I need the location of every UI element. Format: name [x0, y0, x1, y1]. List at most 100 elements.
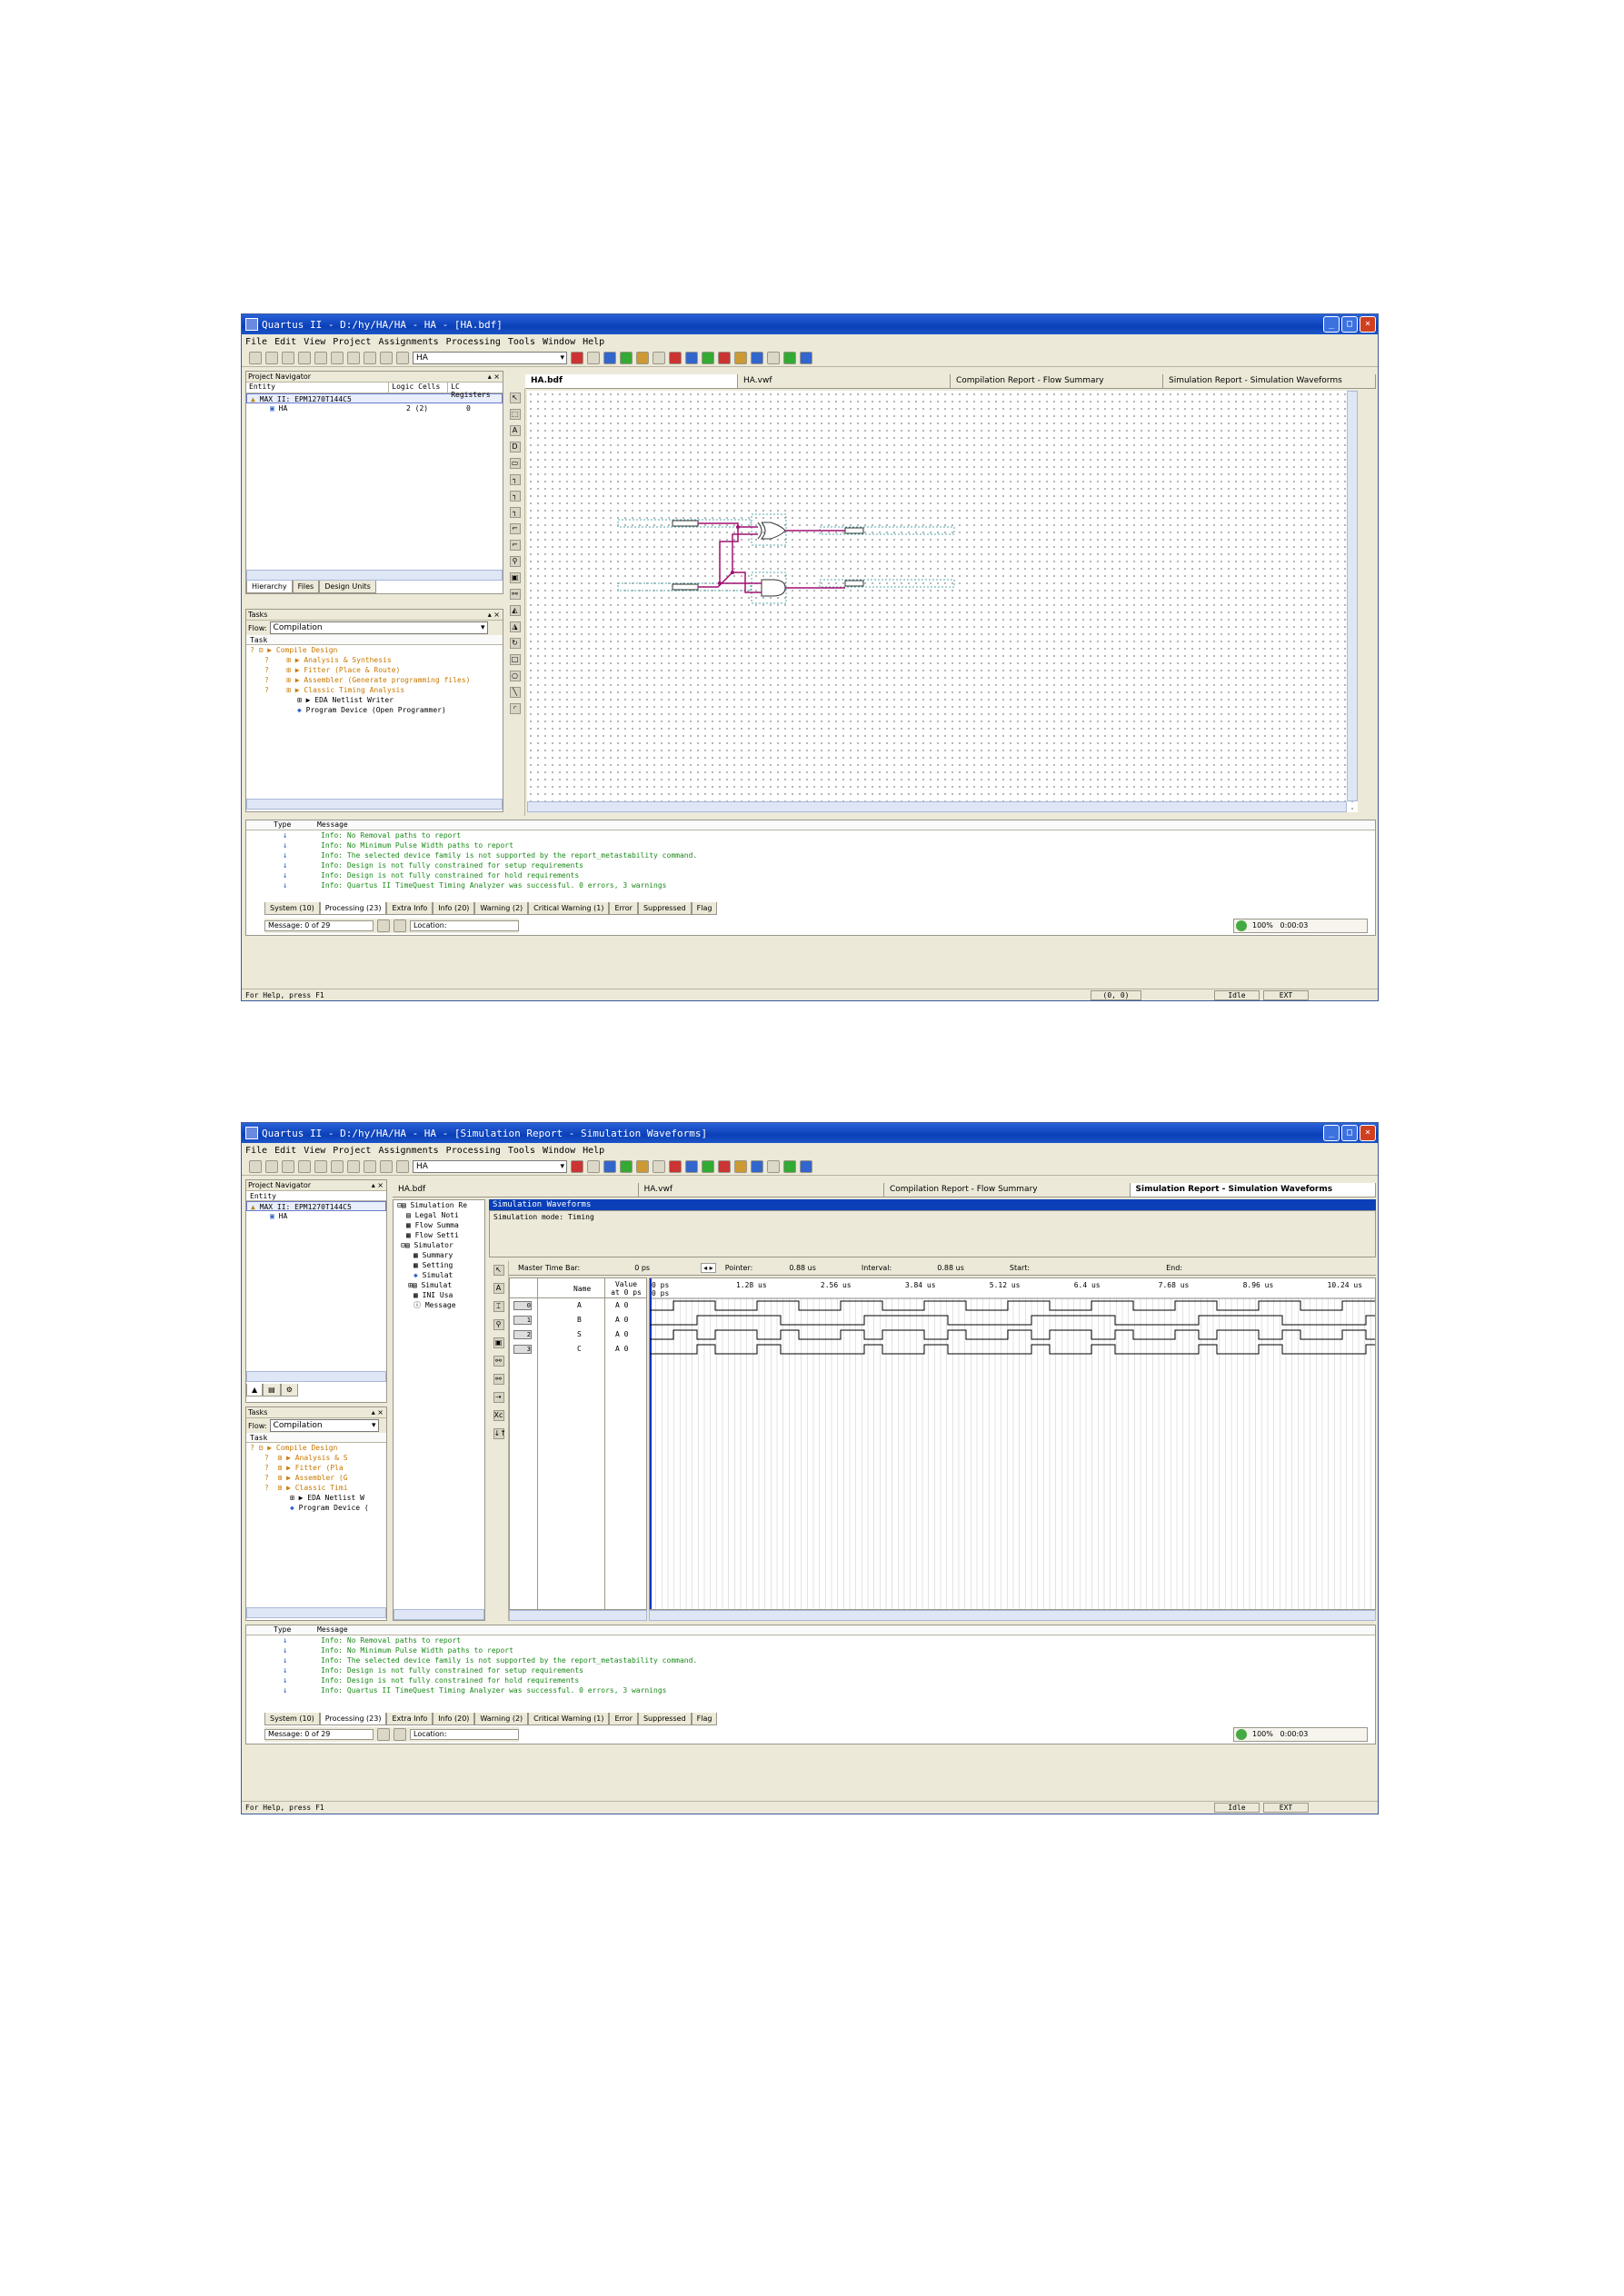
tab-suppressed[interactable]: Suppressed	[637, 902, 692, 915]
tree-item-simulator[interactable]: ⊟▤ Simulator	[394, 1240, 484, 1250]
select-icon[interactable]: ⬚	[509, 409, 521, 420]
tab-system[interactable]: System (10)	[264, 902, 320, 915]
message-line[interactable]: ↓ Info: No Minimum Pulse Width paths to r…	[246, 1645, 1375, 1655]
message-line[interactable]: ↓ Info: No Minimum Pulse Width paths to r…	[246, 840, 1375, 850]
pin-planner-icon[interactable]	[587, 351, 600, 364]
new-icon[interactable]	[249, 1159, 262, 1173]
message-line[interactable]: ↓ Info: No Removal paths to report	[246, 1635, 1375, 1645]
task-eda[interactable]: ⊞ ▶ EDA Netlist W	[246, 1493, 386, 1503]
insert-node-icon[interactable]: ⇢	[493, 1392, 504, 1403]
menu-tools[interactable]: Tools	[508, 1146, 535, 1156]
analysis-icon[interactable]	[620, 1159, 633, 1173]
conduit-tool-icon[interactable]: ┐	[509, 507, 521, 518]
tab-flag[interactable]: Flag	[691, 902, 718, 915]
message-line[interactable]: ↓ Info: Quartus II TimeQuest Timing Analy…	[246, 880, 1375, 890]
task-program[interactable]: ◆ Program Device (Open Programmer)	[246, 705, 503, 715]
rotate-icon[interactable]: ↻	[509, 638, 521, 649]
close-button[interactable]: ×	[1360, 1125, 1376, 1141]
find-icon[interactable]: ⚯	[509, 589, 521, 600]
flip-h-icon[interactable]: ◭	[509, 605, 521, 616]
message-line[interactable]: ↓ Info: The selected device family is not…	[246, 1655, 1375, 1665]
report-icon[interactable]	[734, 351, 747, 364]
navigator-hscroll[interactable]	[246, 570, 503, 581]
menu-edit[interactable]: Edit	[274, 337, 296, 347]
tab-system[interactable]: System (10)	[264, 1713, 320, 1725]
message-line[interactable]: ↓ Info: No Removal paths to report	[246, 830, 1375, 840]
menu-processing[interactable]: Processing	[446, 337, 501, 347]
tab-info[interactable]: Info (20)	[433, 1713, 475, 1725]
xor-gate[interactable]	[751, 513, 787, 546]
menu-edit[interactable]: Edit	[274, 1146, 296, 1156]
open-icon[interactable]	[265, 1159, 278, 1173]
edit-tool-icon[interactable]: ⌶	[493, 1301, 504, 1312]
chip-planner-icon[interactable]	[603, 351, 616, 364]
rectangle-icon[interactable]: □	[509, 654, 521, 665]
canvas-hscroll[interactable]	[527, 801, 1347, 812]
task-analysis[interactable]: ? ⊞ ▶ Analysis & Synthesis	[246, 655, 503, 665]
new-icon[interactable]	[249, 351, 262, 364]
find-icon[interactable]: ⚯	[493, 1356, 504, 1367]
tree-item-simulation-waveforms[interactable]: ◆ Simulat	[394, 1270, 484, 1280]
task-eda[interactable]: ⊞ ▶ EDA Netlist Writer	[246, 695, 503, 705]
stop-icon[interactable]	[653, 1159, 665, 1173]
tab-hierarchy[interactable]: Hierarchy	[246, 581, 293, 593]
menu-tools[interactable]: Tools	[508, 337, 535, 347]
replace-icon[interactable]: ⚯	[493, 1374, 504, 1385]
programmer-icon[interactable]	[751, 1159, 763, 1173]
line-icon[interactable]: ╲	[509, 687, 521, 698]
open-icon[interactable]	[265, 351, 278, 364]
partial-line-icon[interactable]: ⌐	[509, 540, 521, 551]
waveform-canvas[interactable]: 0 ps 1.28 us 2.56 us 3.84 us 5.12 us 6.4 us 7.…	[649, 1277, 1376, 1610]
maximize-button[interactable]: □	[1341, 1125, 1358, 1141]
tab-extra-info[interactable]: Extra Info	[386, 1713, 433, 1725]
tab-ha-bdf[interactable]: HA.bdf	[393, 1183, 639, 1197]
report-icon[interactable]	[734, 1159, 747, 1173]
time-stepper[interactable]: ◂ ▸	[701, 1263, 716, 1273]
flow-select[interactable]: Compilation	[269, 621, 488, 634]
flip-v-icon[interactable]: ◮	[509, 621, 521, 632]
fitter-icon[interactable]	[636, 351, 649, 364]
tab-hierarchy[interactable]: ▲	[246, 1384, 264, 1396]
simulate-icon[interactable]	[702, 351, 714, 364]
tab-compilation-report[interactable]: Compilation Report - Flow Summary	[951, 374, 1163, 388]
minimize-button[interactable]: _	[1323, 316, 1340, 333]
task-fitter[interactable]: ? ⊞ ▶ Fitter (Pla	[246, 1463, 386, 1473]
message-line[interactable]: ↓ Info: Quartus II TimeQuest Timing Analy…	[246, 1685, 1375, 1695]
tab-suppressed[interactable]: Suppressed	[637, 1713, 692, 1725]
entity-row[interactable]: ▣ HA 2 (2) 0	[246, 403, 503, 413]
menu-help[interactable]: Help	[583, 1146, 604, 1156]
node-tool-icon[interactable]: ┐	[509, 474, 521, 485]
pointer-tool-icon[interactable]: ↖	[509, 393, 521, 403]
fullscreen-icon[interactable]: ▣	[509, 572, 521, 583]
tab-simulation-report[interactable]: Simulation Report - Simulation Waveforms	[1163, 374, 1376, 388]
project-select[interactable]: HA	[413, 1159, 567, 1173]
output-pin-c[interactable]	[819, 579, 955, 588]
tab-info[interactable]: Info (20)	[433, 902, 475, 915]
undo-icon[interactable]	[380, 351, 393, 364]
navigator-hscroll[interactable]	[246, 1371, 386, 1382]
redo-icon[interactable]	[396, 351, 409, 364]
next-message-icon[interactable]	[394, 1728, 406, 1741]
save-all-icon[interactable]	[298, 351, 311, 364]
tab-flag[interactable]: Flag	[691, 1713, 718, 1725]
device-row[interactable]: ▲ MAX II: EPM1270T144C5	[246, 1201, 386, 1211]
settings-icon[interactable]	[571, 1159, 583, 1173]
print-icon[interactable]	[314, 1159, 327, 1173]
oval-icon[interactable]: ○	[509, 671, 521, 681]
paste-icon[interactable]	[364, 1159, 376, 1173]
tab-files[interactable]: ▤	[263, 1384, 281, 1396]
zoom-icon[interactable]: ⚲	[509, 556, 521, 567]
menu-file[interactable]: File	[245, 337, 267, 347]
redo-icon[interactable]	[396, 1159, 409, 1173]
project-select[interactable]: HA	[413, 351, 567, 364]
block-tool-icon[interactable]: ▭	[509, 458, 521, 469]
menu-view[interactable]: View	[304, 337, 325, 347]
timing-icon[interactable]	[685, 351, 698, 364]
tree-item-settings[interactable]: ▦ Setting	[394, 1260, 484, 1270]
menu-project[interactable]: Project	[333, 337, 371, 347]
menu-window[interactable]: Window	[543, 337, 575, 347]
zoom-icon[interactable]: ⚲	[493, 1319, 504, 1330]
tab-processing[interactable]: Processing (23)	[319, 1713, 387, 1725]
task-fitter[interactable]: ? ⊞ ▶ Fitter (Place & Route)	[246, 665, 503, 675]
settings-icon[interactable]	[571, 351, 583, 364]
